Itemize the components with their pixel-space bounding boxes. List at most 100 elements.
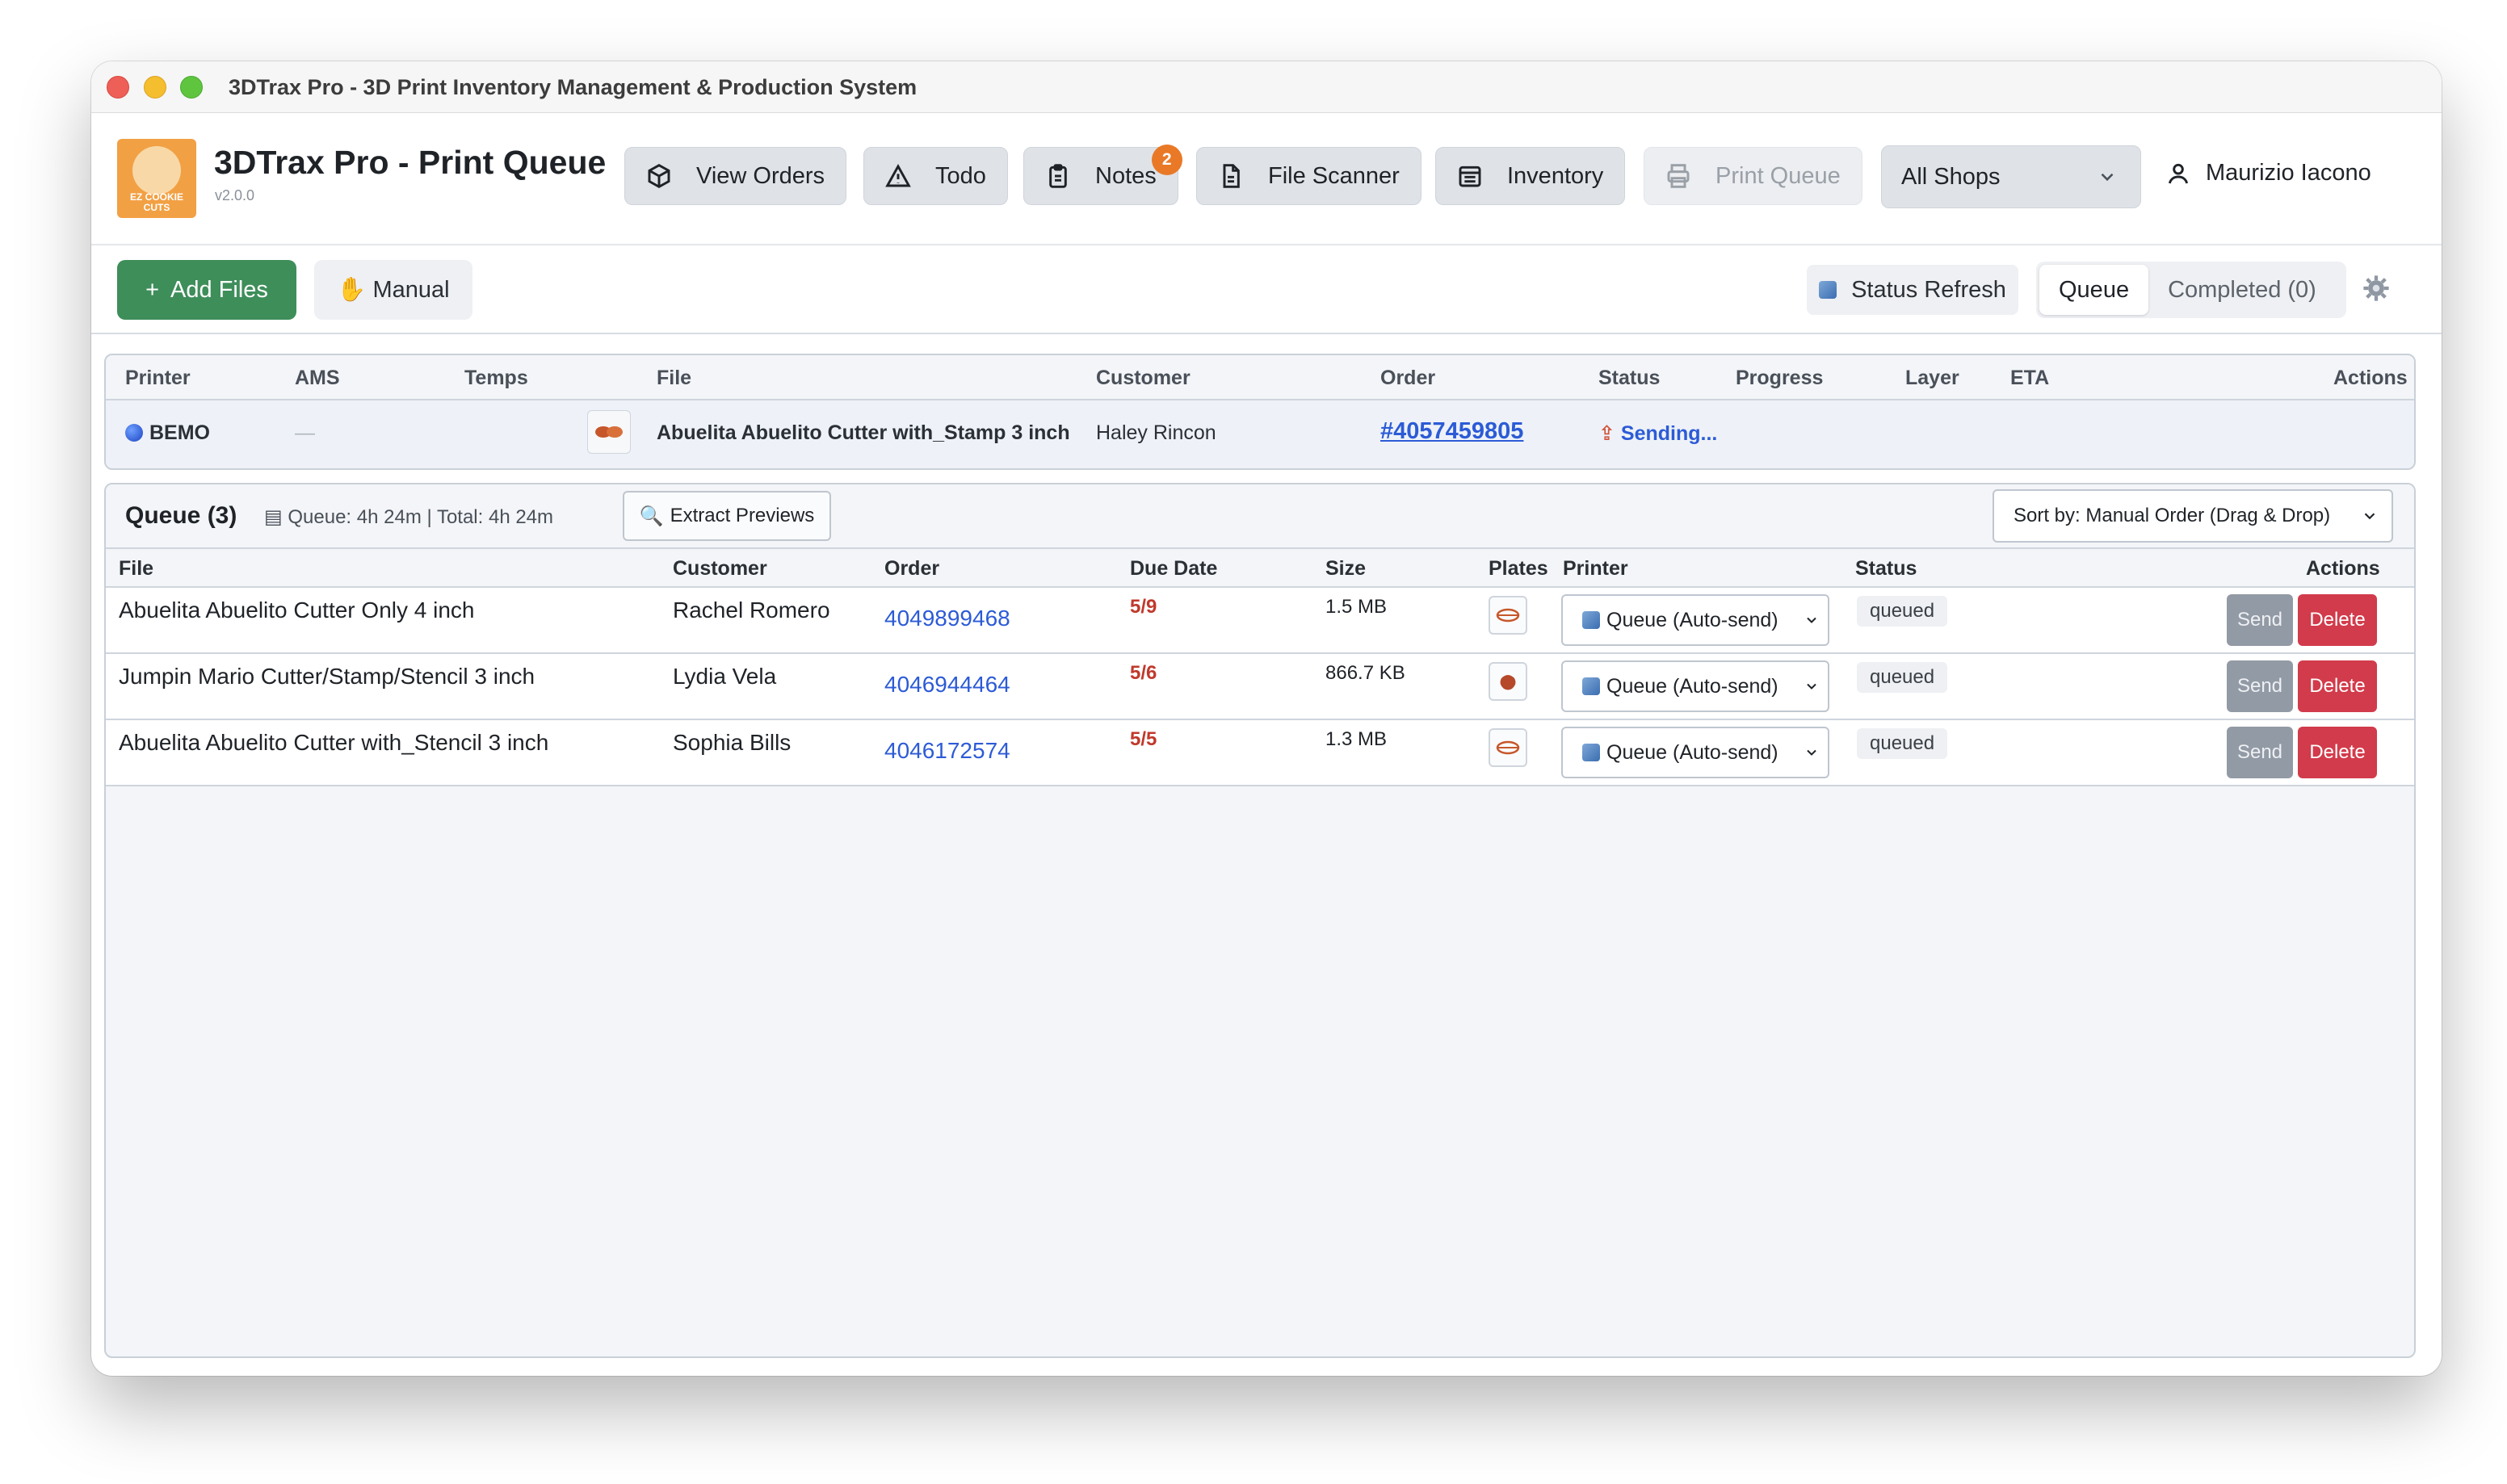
chevron-down-icon (1807, 683, 1816, 690)
delete-button[interactable]: Delete (2298, 660, 2377, 712)
add-files-button[interactable]: + Add Files (117, 260, 296, 320)
inventory-label: Inventory (1507, 162, 1604, 189)
active-order-link[interactable]: #4057459805 (1380, 418, 1523, 445)
col-layer: Layer (1905, 367, 1959, 389)
gear-icon[interactable] (2362, 275, 2390, 302)
file-scanner-label: File Scanner (1268, 162, 1400, 189)
app-logo: EZ COOKIE CUTS (117, 139, 196, 218)
qcol-actions: Actions (2306, 557, 2380, 580)
minimize-window-button[interactable] (144, 76, 166, 99)
warning-triangle-icon (885, 163, 911, 187)
plate-thumbnail[interactable] (1489, 662, 1527, 701)
printer-status-dot (125, 424, 143, 442)
status-refresh-button[interactable]: Status Refresh (1807, 265, 2018, 315)
title-bar: 3DTrax Pro - 3D Print Inventory Manageme… (91, 61, 2442, 113)
plate-thumbnail[interactable] (587, 410, 631, 454)
notes-label: Notes (1095, 162, 1157, 189)
qcol-due-date: Due Date (1130, 557, 1218, 580)
notes-button[interactable]: Notes 2 (1023, 145, 1182, 205)
status-badge: queued (1857, 728, 1948, 759)
size-cell: 1.3 MB (1325, 728, 1388, 750)
inventory-button[interactable]: Inventory (1435, 147, 1626, 205)
order-link[interactable]: 4046944464 (884, 672, 1010, 698)
view-orders-button[interactable]: View Orders (624, 147, 847, 205)
queue-icon (1582, 610, 1600, 629)
delete-button[interactable]: Delete (2298, 594, 2377, 646)
active-table-header: Printer AMS Temps File Customer Order St… (106, 355, 2414, 400)
printer-select-value: Queue (Auto-send) (1582, 609, 1778, 632)
queue-icon (1582, 743, 1600, 761)
cookie-cutter-outline-icon (1496, 740, 1520, 755)
mario-cutter-icon (1500, 675, 1516, 690)
col-eta: ETA (2010, 367, 2050, 389)
shop-select[interactable]: All Shops (1881, 145, 2141, 208)
col-printer: Printer (125, 367, 191, 389)
queue-icon (1582, 677, 1600, 695)
todo-button[interactable]: Todo (863, 147, 1008, 205)
col-ams: AMS (295, 367, 340, 389)
magnifier-icon: 🔍 (639, 505, 664, 527)
printer-name-cell: BEMO (125, 421, 210, 445)
send-button[interactable]: Send (2227, 660, 2293, 712)
notes-count-badge: 2 (1151, 145, 1182, 175)
send-button[interactable]: Send (2227, 594, 2293, 646)
queue-header: Queue (3) ▤ Queue: 4h 24m | Total: 4h 24… (106, 484, 2414, 549)
manual-label: Manual (372, 276, 450, 303)
due-date-cell: 5/6 (1130, 662, 1157, 684)
col-file: File (657, 367, 692, 389)
status-badge: queued (1857, 662, 1948, 693)
printer-select[interactable]: Queue (Auto-send) (1561, 660, 1829, 712)
printer-select[interactable]: Queue (Auto-send) (1561, 727, 1829, 778)
queue-stats: ▤ Queue: 4h 24m | Total: 4h 24m (264, 506, 554, 528)
manual-button[interactable]: ✋ Manual (314, 260, 472, 320)
extract-previews-button[interactable]: 🔍 Extract Previews (623, 491, 831, 541)
window-title: 3DTrax Pro - 3D Print Inventory Manageme… (229, 75, 918, 99)
delete-button[interactable]: Delete (2298, 727, 2377, 778)
table-row[interactable]: Abuelita Abuelito Cutter with_Stencil 3 … (106, 720, 2414, 786)
cookie-cutter-outline-icon (1496, 608, 1520, 623)
status-refresh-label: Status Refresh (1851, 276, 2006, 303)
status-badge: queued (1857, 596, 1948, 627)
plate-thumbnail[interactable] (1489, 596, 1527, 635)
col-temps: Temps (464, 367, 528, 389)
plus-icon: + (145, 276, 160, 303)
active-file-cell: Abuelita Abuelito Cutter with_Stamp 3 in… (657, 421, 1070, 444)
tab-queue[interactable]: Queue (2039, 265, 2149, 315)
shop-select-value: All Shops (1901, 163, 2001, 190)
view-toggle: Queue Completed (0) (2036, 262, 2346, 318)
file-scanner-button[interactable]: File Scanner (1196, 147, 1421, 205)
order-link[interactable]: 4049899468 (884, 606, 1010, 631)
close-window-button[interactable] (107, 76, 129, 99)
printer-icon (1667, 164, 1690, 188)
table-row[interactable]: Jumpin Mario Cutter/Stamp/Stencil 3 inch… (106, 654, 2414, 720)
queue-title: Queue (3) (125, 502, 237, 529)
zoom-window-button[interactable] (180, 76, 203, 99)
tab-completed[interactable]: Completed (0) (2148, 265, 2336, 315)
send-button[interactable]: Send (2227, 727, 2293, 778)
print-queue-button[interactable]: Print Queue (1644, 147, 1862, 205)
printer-select[interactable]: Queue (Auto-send) (1561, 594, 1829, 646)
extract-previews-label: Extract Previews (670, 505, 815, 526)
hand-icon: ✋ (337, 277, 367, 303)
todo-label: Todo (935, 162, 986, 189)
sort-select[interactable]: Sort by: Manual Order (Drag & Drop) (1993, 489, 2393, 543)
qcol-customer: Customer (673, 557, 767, 580)
user-icon (2168, 163, 2189, 183)
refresh-icon (1819, 281, 1837, 299)
printer-select-value: Queue (Auto-send) (1582, 675, 1778, 698)
upload-icon: ⇪ (1598, 422, 1615, 445)
user-menu[interactable]: Maurizio Iacono (2165, 160, 2371, 187)
clipboard-icon (1049, 164, 1067, 188)
table-row[interactable]: Abuelita Abuelito Cutter Only 4 inch Rac… (106, 588, 2414, 654)
order-link[interactable]: 4046172574 (884, 738, 1010, 764)
qcol-plates: Plates (1489, 557, 1548, 580)
chevron-down-icon (2101, 173, 2114, 182)
sort-select-value: Sort by: Manual Order (Drag & Drop) (2014, 505, 2331, 526)
cookie-cutter-icon (595, 426, 623, 438)
active-customer-cell: Haley Rincon (1096, 421, 1216, 444)
file-cell: Abuelita Abuelito Cutter with_Stencil 3 … (119, 730, 549, 755)
calendar-icon: ▤ (264, 506, 283, 528)
due-date-cell: 5/9 (1130, 596, 1157, 618)
plate-thumbnail[interactable] (1489, 728, 1527, 767)
add-files-label: Add Files (170, 276, 268, 303)
